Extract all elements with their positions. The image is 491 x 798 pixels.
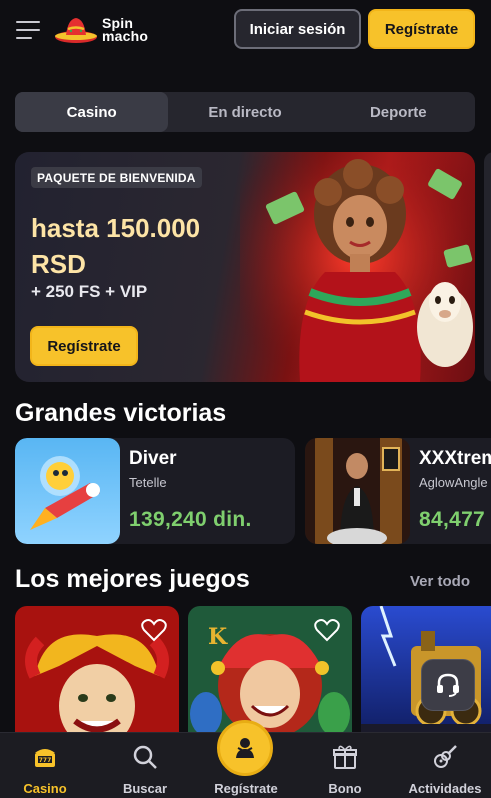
nav-register-button[interactable] xyxy=(217,720,273,776)
nav-label: Buscar xyxy=(122,781,168,796)
tab-sports[interactable]: Deporte xyxy=(322,92,475,132)
win-amount: 84,477 din. xyxy=(419,508,491,531)
sombrero-icon xyxy=(55,18,97,43)
favorite-heart-icon[interactable] xyxy=(314,618,340,642)
category-tabs: Casino En directo Deporte xyxy=(15,92,475,132)
roulette-game-thumbnail xyxy=(305,438,410,544)
win-card[interactable]: Diver Tetelle 139,240 din. xyxy=(15,438,295,544)
game-card-jesters[interactable]: K xyxy=(188,606,352,746)
win-card[interactable]: XXXtreme Lightning Roulette AglowAngle 8… xyxy=(305,438,491,544)
win-provider: AglowAngle xyxy=(419,475,488,490)
nav-label: Bono xyxy=(328,781,362,796)
win-game-name: Diver xyxy=(129,448,177,469)
logo[interactable]: Spin macho xyxy=(54,15,148,45)
tab-casino[interactable]: Casino xyxy=(15,92,169,132)
nav-bonus[interactable]: Bono xyxy=(296,733,394,798)
casino-slot-icon: 777 xyxy=(31,743,59,771)
banner-register-button[interactable]: Regístrate xyxy=(30,326,138,366)
gift-icon xyxy=(331,743,359,771)
register-icon xyxy=(236,738,254,758)
top-games-title: Los mejores juegos xyxy=(15,565,250,593)
menu-icon[interactable] xyxy=(16,21,40,39)
see-all-link[interactable]: Ver todo xyxy=(410,573,470,590)
big-wins-title: Grandes victorias xyxy=(15,399,227,427)
banner-illustration xyxy=(240,152,475,382)
nav-register-label: Regístrate xyxy=(214,781,278,796)
search-icon xyxy=(131,743,159,771)
game-card-joker[interactable] xyxy=(15,606,179,746)
login-button[interactable]: Iniciar sesión xyxy=(234,9,361,49)
nav-casino[interactable]: 777 Casino xyxy=(0,733,94,798)
win-game-name: XXXtreme Lightning Roulette xyxy=(419,448,491,469)
svg-text:777: 777 xyxy=(39,757,52,764)
tab-live[interactable]: En directo xyxy=(168,92,321,132)
nav-label: Actividades xyxy=(408,781,482,796)
support-chat-button[interactable] xyxy=(421,659,475,711)
diver-game-thumbnail xyxy=(15,438,120,544)
guitar-icon xyxy=(431,743,459,771)
win-amount: 139,240 din. xyxy=(129,508,252,531)
offer-subtitle: + 250 FS + VIP xyxy=(31,282,148,301)
top-header: Spin macho Iniciar sesión Regístrate xyxy=(0,0,491,60)
welcome-banner[interactable]: PAQUETE DE BIENVENIDA hasta 150.000 RSD … xyxy=(15,152,475,382)
nav-search[interactable]: Buscar xyxy=(96,733,194,798)
logo-text-line2: macho xyxy=(102,28,149,44)
favorite-heart-icon[interactable] xyxy=(141,618,167,642)
welcome-package-badge: PAQUETE DE BIENVENIDA xyxy=(31,167,202,188)
headset-icon xyxy=(437,673,459,697)
register-button[interactable]: Regístrate xyxy=(368,9,475,49)
svg-text:K: K xyxy=(208,624,228,650)
nav-label: Casino xyxy=(23,781,67,796)
win-provider: Tetelle xyxy=(129,475,167,490)
next-banner-peek[interactable] xyxy=(484,152,491,382)
nav-activities[interactable]: Actividades xyxy=(396,733,491,798)
offer-title: hasta 150.000 RSD xyxy=(31,213,201,279)
